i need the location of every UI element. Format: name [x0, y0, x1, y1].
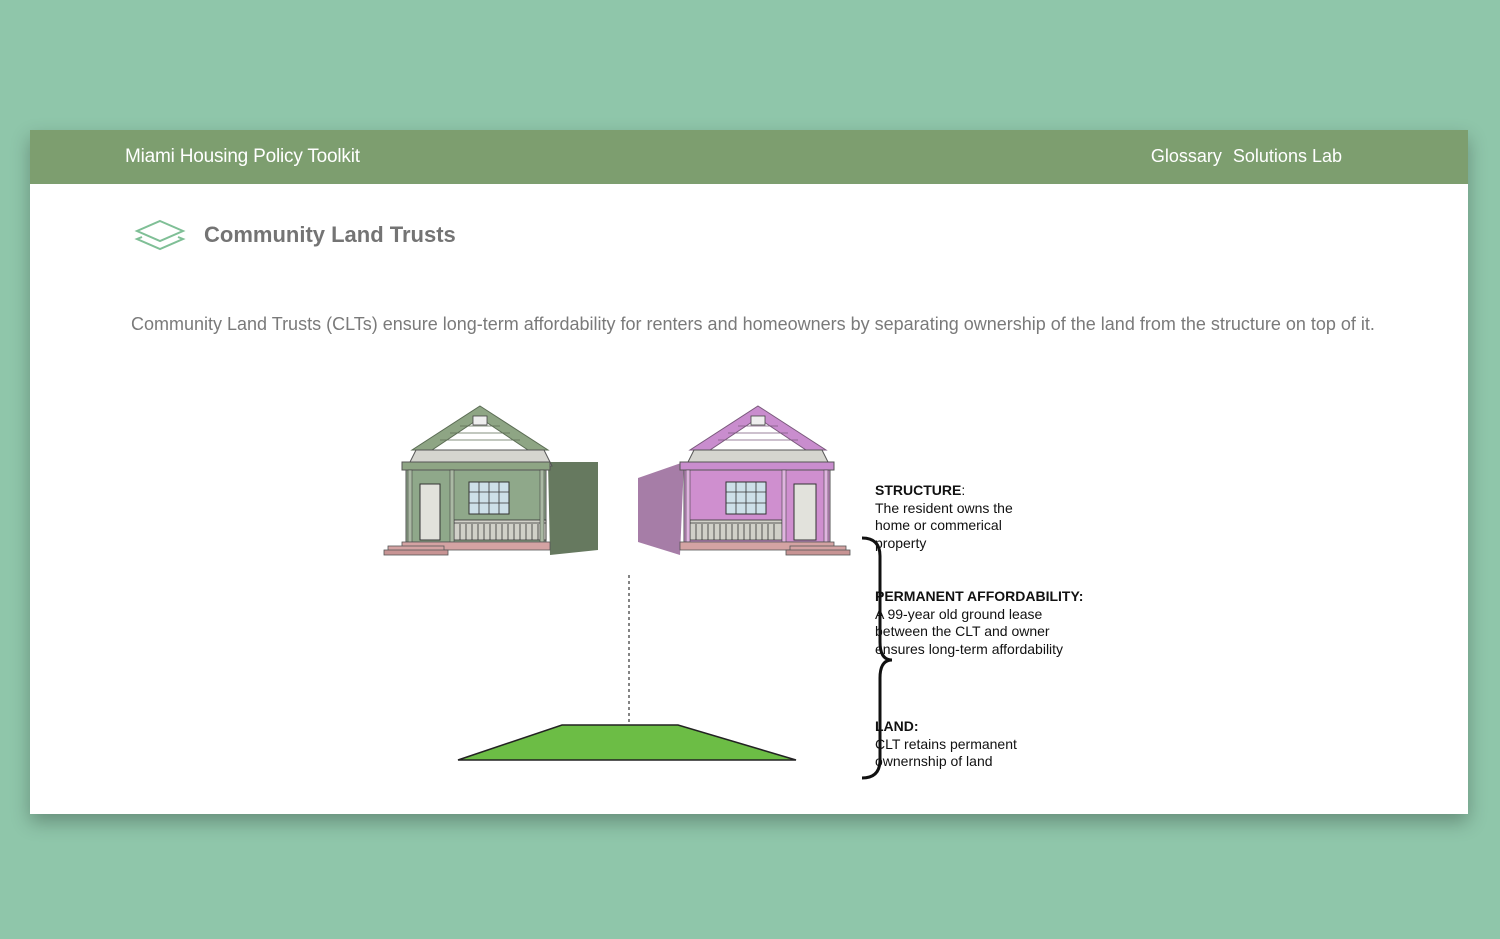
- land-parcel: [457, 724, 797, 761]
- nav-link-glossary[interactable]: Glossary: [1151, 146, 1222, 167]
- layers-icon: [134, 219, 186, 251]
- legend-structure-text: The resident owns the home or commerical…: [875, 499, 1013, 551]
- intro-paragraph: Community Land Trusts (CLTs) ensure long…: [131, 314, 1375, 334]
- page-heading: Community Land Trusts: [134, 218, 456, 252]
- site-title[interactable]: Miami Housing Policy Toolkit: [125, 146, 360, 168]
- legend-land-text: CLT retains permanent ownernship of land: [875, 735, 1017, 770]
- page-title: Community Land Trusts: [204, 222, 456, 247]
- legend-land-heading: LAND:: [875, 718, 919, 734]
- toolkit-window: Miami Housing Policy Toolkit Glossary So…: [30, 130, 1468, 814]
- legend-structure: STRUCTURE: The resident owns the home or…: [875, 482, 1135, 552]
- legend-structure-colon: :: [961, 482, 966, 498]
- nav-link-solutions-lab[interactable]: Solutions Lab: [1233, 146, 1342, 167]
- house-structure-right: [638, 405, 851, 556]
- navbar: Miami Housing Policy Toolkit Glossary So…: [30, 130, 1468, 184]
- legend-land: LAND: CLT retains permanent ownernship o…: [875, 718, 1135, 771]
- legend-affordability-heading: PERMANENT AFFORDABILITY:: [875, 588, 1084, 604]
- legend-affordability-text: A 99-year old ground lease between the C…: [875, 605, 1064, 657]
- nav-links: Glossary Solutions Lab: [1151, 146, 1342, 167]
- legend-structure-heading: STRUCTURE: [875, 482, 962, 498]
- legend-affordability: PERMANENT AFFORDABILITY: A 99-year old g…: [875, 588, 1135, 658]
- house-structure-left: [383, 405, 598, 556]
